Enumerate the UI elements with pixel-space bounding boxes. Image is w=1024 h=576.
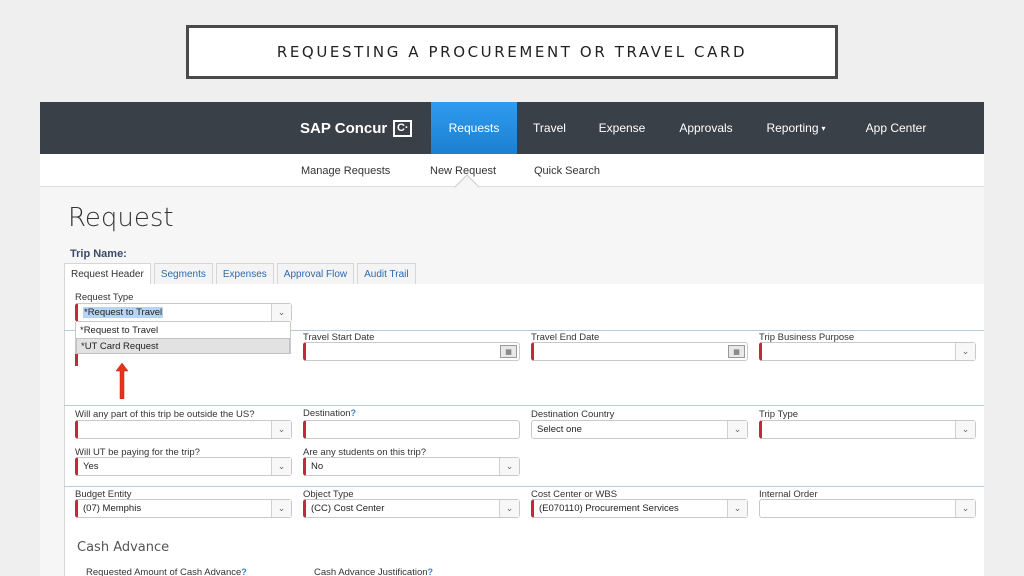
request-type-options: *Request to Travel *UT Card Request xyxy=(75,322,291,354)
travel-end-date-input[interactable]: ▦ xyxy=(531,342,748,361)
top-navigation: SAP Concur C· Requests Travel Expense Ap… xyxy=(40,102,984,154)
label-text: Requested Amount of Cash Advance xyxy=(86,567,242,576)
help-icon[interactable]: ? xyxy=(428,567,434,576)
students-select[interactable]: No ⌄ xyxy=(303,457,520,476)
chevron-down-icon: ⌄ xyxy=(727,500,747,517)
nav-reporting[interactable]: Reporting ▾ xyxy=(760,102,832,154)
trip-type-select[interactable]: ⌄ xyxy=(759,420,976,439)
nav-label: Approvals xyxy=(679,121,733,135)
nav-label: Requests xyxy=(448,121,500,135)
trip-name-label: Trip Name: xyxy=(70,248,127,260)
internal-order-select[interactable]: ⌄ xyxy=(759,499,976,518)
destination-label-text: Destination xyxy=(303,408,351,419)
travel-start-date-input[interactable]: ▦ xyxy=(303,342,520,361)
destination-input[interactable] xyxy=(303,420,520,439)
trip-business-purpose-select[interactable]: ⌄ xyxy=(759,342,976,361)
annotation-arrow-icon xyxy=(116,363,128,399)
nav-label: Reporting xyxy=(766,121,819,135)
field-value: (E070110) Procurement Services xyxy=(539,503,679,514)
nav-expense[interactable]: Expense xyxy=(592,102,652,154)
trip-type-label: Trip Type xyxy=(759,409,799,420)
field-value: Yes xyxy=(83,461,99,472)
chevron-down-icon: ⌄ xyxy=(271,304,291,321)
section-divider xyxy=(64,405,984,406)
chevron-down-icon: ⌄ xyxy=(727,421,747,438)
field-value: (CC) Cost Center xyxy=(311,503,385,514)
concur-app-window: SAP Concur C· Requests Travel Expense Ap… xyxy=(40,102,984,576)
request-type-label: Request Type xyxy=(75,292,134,303)
subnav-manage-requests[interactable]: Manage Requests xyxy=(301,154,390,187)
option-request-to-travel[interactable]: *Request to Travel xyxy=(76,322,290,338)
brand-logo[interactable]: SAP Concur C· xyxy=(300,102,413,154)
nav-approvals[interactable]: Approvals xyxy=(672,102,740,154)
chevron-down-icon: ⌄ xyxy=(499,458,519,475)
help-icon[interactable]: ? xyxy=(241,567,247,576)
field-value: Select one xyxy=(537,424,582,435)
nav-label: App Center xyxy=(865,121,927,135)
tab-expenses[interactable]: Expenses xyxy=(215,263,274,284)
nav-travel[interactable]: Travel xyxy=(527,102,572,154)
help-icon[interactable]: ? xyxy=(351,408,357,418)
cost-center-select[interactable]: (E070110) Procurement Services ⌄ xyxy=(531,499,748,518)
cash-advance-title: Cash Advance xyxy=(77,540,170,555)
page-title: Request xyxy=(68,203,174,233)
object-type-select[interactable]: (CC) Cost Center ⌄ xyxy=(303,499,520,518)
option-ut-card-request[interactable]: *UT Card Request xyxy=(76,338,290,354)
ut-paying-select[interactable]: Yes ⌄ xyxy=(75,457,292,476)
sub-navigation: Manage Requests New Request Quick Search xyxy=(40,154,984,187)
destination-country-label: Destination Country xyxy=(531,409,615,420)
brand-name: SAP Concur xyxy=(300,119,388,137)
tab-request-header[interactable]: Request Header xyxy=(64,263,151,285)
tab-segments[interactable]: Segments xyxy=(153,263,213,284)
outside-us-label: Will any part of this trip be outside th… xyxy=(75,409,255,420)
label-text: Cash Advance Justification xyxy=(314,567,428,576)
chevron-down-icon: ⌄ xyxy=(499,500,519,517)
calendar-icon[interactable]: ▦ xyxy=(500,345,517,358)
concur-logo-icon: C· xyxy=(393,119,413,137)
calendar-icon[interactable]: ▦ xyxy=(728,345,745,358)
request-type-select[interactable]: *Request to Travel ⌄ xyxy=(75,303,292,322)
section-divider xyxy=(64,486,984,487)
field-value: (07) Memphis xyxy=(83,503,142,514)
destination-country-select[interactable]: Select one ⌄ xyxy=(531,420,748,439)
outside-us-select[interactable]: ⌄ xyxy=(75,420,292,439)
slide-title: REQUESTING A PROCUREMENT OR TRAVEL CARD xyxy=(186,25,838,79)
chevron-down-icon: ⌄ xyxy=(271,500,291,517)
cash-advance-justification-label: Cash Advance Justification? xyxy=(314,567,433,576)
required-marker xyxy=(75,354,78,366)
chevron-down-icon: ⌄ xyxy=(271,458,291,475)
chevron-down-icon: ⌄ xyxy=(271,421,291,438)
request-type-value: *Request to Travel xyxy=(83,307,164,318)
tab-audit-trail[interactable]: Audit Trail xyxy=(357,263,416,284)
chevron-down-icon: ⌄ xyxy=(955,500,975,517)
nav-label: Expense xyxy=(598,121,646,135)
tab-approval-flow[interactable]: Approval Flow xyxy=(276,263,355,284)
subnav-quick-search[interactable]: Quick Search xyxy=(534,154,600,187)
nav-requests[interactable]: Requests xyxy=(431,102,517,154)
chevron-down-icon: ⌄ xyxy=(955,343,975,360)
request-tabs: Request Header Segments Expenses Approva… xyxy=(64,263,416,285)
destination-label: Destination? xyxy=(303,408,356,419)
field-value: No xyxy=(311,461,324,472)
nav-app-center[interactable]: App Center xyxy=(858,102,934,154)
chevron-down-icon: ⌄ xyxy=(955,421,975,438)
caret-down-icon: ▾ xyxy=(821,123,826,133)
nav-label: Travel xyxy=(533,121,566,135)
cash-advance-amount-label: Requested Amount of Cash Advance? xyxy=(86,567,247,576)
budget-entity-select[interactable]: (07) Memphis ⌄ xyxy=(75,499,292,518)
